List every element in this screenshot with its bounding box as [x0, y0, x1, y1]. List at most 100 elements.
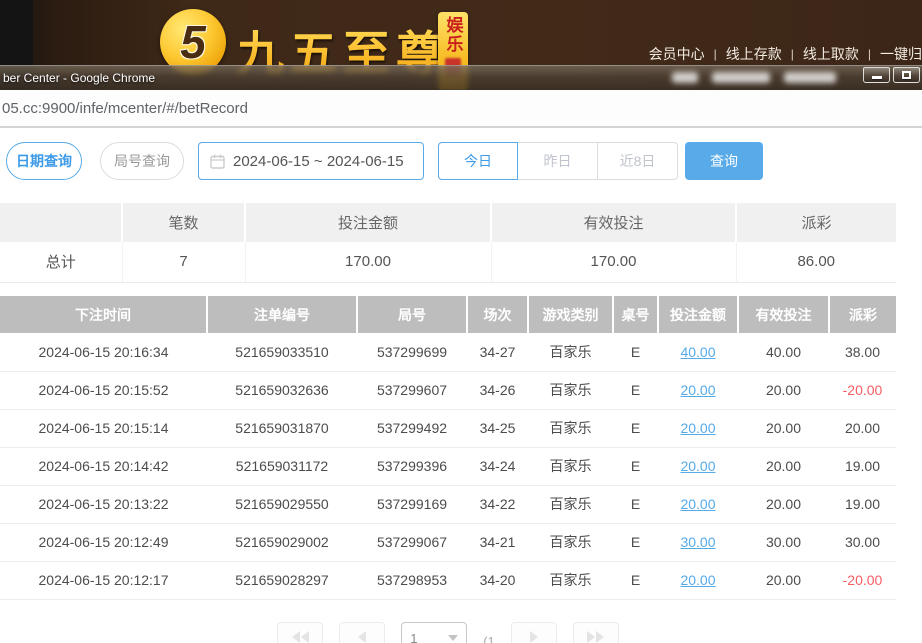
nav-online-deposit[interactable]: 线上存款	[726, 44, 782, 64]
summary-total-row: 总计 7 170.00 170.00 86.00	[0, 242, 896, 282]
chevron-down-icon	[448, 635, 458, 641]
col-bet-id: 注单编号	[207, 296, 357, 333]
cell-game-type: 百家乐	[528, 523, 613, 561]
quick-last8days-button[interactable]: 近8日	[598, 142, 678, 180]
address-bar[interactable]: 05.cc:9900/infe/mcenter/#/betRecord	[0, 90, 922, 128]
col-payout: 派彩	[829, 296, 896, 333]
last-page-button[interactable]	[573, 622, 619, 643]
page-select-value: 1	[410, 631, 417, 643]
cell-table-no: E	[613, 409, 658, 447]
tab-date-query[interactable]: 日期查询	[6, 142, 82, 180]
cell-game-type: 百家乐	[528, 371, 613, 409]
tab-round-query[interactable]: 局号查询	[100, 142, 184, 180]
cell-round: 537299067	[357, 523, 467, 561]
col-bet-time: 下注时间	[0, 296, 207, 333]
bet-amount-link[interactable]: 20.00	[680, 458, 715, 474]
quick-yesterday-button[interactable]: 昨日	[518, 142, 598, 180]
cell-round: 537298953	[357, 561, 467, 599]
double-left-arrow-icon	[292, 631, 300, 643]
left-arrow-icon	[358, 631, 366, 643]
cell-bet-time: 2024-06-15 20:12:17	[0, 561, 207, 599]
double-right-arrow-icon	[596, 631, 604, 643]
col-bet-amount: 投注金额	[658, 296, 738, 333]
cell-bet-time: 2024-06-15 20:15:52	[0, 371, 207, 409]
cell-valid-bet: 20.00	[738, 409, 829, 447]
cell-game-type: 百家乐	[528, 447, 613, 485]
page-info: (1	[483, 634, 495, 643]
col-session: 场次	[467, 296, 528, 333]
coin-digit: 5	[180, 15, 206, 69]
page-select[interactable]: 1	[401, 622, 467, 643]
cell-bet-id: 521659031870	[207, 409, 357, 447]
date-range-value: 2024-06-15 ~ 2024-06-15	[233, 153, 404, 170]
cell-payout: 19.00	[829, 447, 896, 485]
maximize-button[interactable]	[893, 67, 920, 83]
cell-session: 34-20	[467, 561, 528, 599]
brand-badge-text: 娱乐	[441, 16, 466, 54]
cell-payout: -20.00	[829, 371, 896, 409]
double-right-arrow-icon	[587, 631, 595, 643]
bet-record-table: 下注时间 注单编号 局号 场次 游戏类别 桌号 投注金额 有效投注 派彩 202…	[0, 296, 896, 600]
bet-amount-link[interactable]: 20.00	[680, 382, 715, 398]
summary-bet-amount-value: 170.00	[245, 242, 491, 282]
cell-bet-time: 2024-06-15 20:15:14	[0, 409, 207, 447]
table-row: 2024-06-15 20:14:42 521659031172 5372993…	[0, 447, 896, 485]
next-page-button[interactable]	[511, 622, 557, 643]
summary-valid-bet-value: 170.00	[491, 242, 736, 282]
window-titlebar[interactable]: ber Center - Google Chrome	[0, 65, 922, 90]
col-game-type: 游戏类别	[528, 296, 613, 333]
summary-total-label: 总计	[0, 242, 122, 282]
cell-game-type: 百家乐	[528, 561, 613, 599]
cell-valid-bet: 40.00	[738, 333, 829, 371]
minimize-button[interactable]	[863, 67, 890, 83]
bet-amount-link[interactable]: 20.00	[680, 496, 715, 512]
cell-bet-id: 521659029002	[207, 523, 357, 561]
minimize-icon	[872, 76, 882, 79]
cell-bet-time: 2024-06-15 20:14:42	[0, 447, 207, 485]
cell-session: 34-24	[467, 447, 528, 485]
cell-table-no: E	[613, 371, 658, 409]
quick-range-group: 今日 昨日 近8日	[438, 142, 678, 180]
col-round: 局号	[357, 296, 467, 333]
nav-one-click-transfer[interactable]: 一键归户	[880, 44, 922, 64]
nav-online-withdraw[interactable]: 线上取款	[803, 44, 859, 64]
window-title: ber Center - Google Chrome	[3, 71, 155, 85]
cell-table-no: E	[613, 333, 658, 371]
date-range-input[interactable]: 2024-06-15 ~ 2024-06-15	[198, 142, 424, 180]
cell-game-type: 百家乐	[528, 409, 613, 447]
pagination: 1 (1	[0, 622, 896, 643]
cell-session: 34-22	[467, 485, 528, 523]
cell-payout: 30.00	[829, 523, 896, 561]
summary-header-valid-bet: 有效投注	[491, 203, 736, 242]
table-row: 2024-06-15 20:12:49 521659029002 5372990…	[0, 523, 896, 561]
search-button[interactable]: 查询	[685, 142, 763, 180]
cell-game-type: 百家乐	[528, 485, 613, 523]
bet-amount-link[interactable]: 40.00	[680, 344, 715, 360]
cell-bet-id: 521659031172	[207, 447, 357, 485]
col-table-no: 桌号	[613, 296, 658, 333]
summary-header-count: 笔数	[122, 203, 245, 242]
nav-separator: |	[714, 47, 717, 61]
maximize-icon	[902, 71, 911, 79]
quick-today-button[interactable]: 今日	[438, 142, 518, 180]
bet-amount-link[interactable]: 30.00	[680, 534, 715, 550]
cell-payout: 20.00	[829, 409, 896, 447]
table-row: 2024-06-15 20:16:34 521659033510 5372996…	[0, 333, 896, 371]
nav-member-center[interactable]: 会员中心	[649, 44, 705, 64]
cell-bet-time: 2024-06-15 20:13:22	[0, 485, 207, 523]
bet-amount-link[interactable]: 20.00	[680, 420, 715, 436]
cell-table-no: E	[613, 447, 658, 485]
table-row: 2024-06-15 20:15:14 521659031870 5372994…	[0, 409, 896, 447]
prev-page-button[interactable]	[339, 622, 385, 643]
bet-amount-link[interactable]: 20.00	[680, 572, 715, 588]
bet-table-header-row: 下注时间 注单编号 局号 场次 游戏类别 桌号 投注金额 有效投注 派彩	[0, 296, 896, 333]
first-page-button[interactable]	[277, 622, 323, 643]
double-left-arrow-icon	[301, 631, 309, 643]
summary-header-row: 笔数 投注金额 有效投注 派彩	[0, 203, 896, 242]
cell-session: 34-26	[467, 371, 528, 409]
cell-round: 537299396	[357, 447, 467, 485]
calendar-icon	[210, 154, 225, 169]
cell-bet-time: 2024-06-15 20:16:34	[0, 333, 207, 371]
cell-session: 34-27	[467, 333, 528, 371]
nav-separator: |	[791, 47, 794, 61]
